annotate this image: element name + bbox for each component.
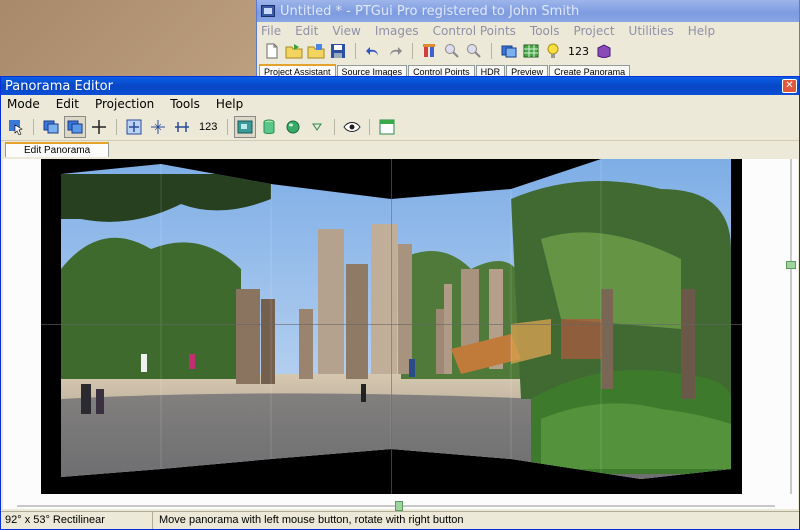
redo-icon[interactable] — [386, 42, 404, 60]
toolbar-separator — [355, 43, 356, 59]
center-point-icon[interactable] — [147, 116, 169, 138]
editor-menu-help[interactable]: Help — [216, 97, 243, 111]
close-button[interactable]: ✕ — [782, 79, 797, 93]
main-menu-control-points[interactable]: Control Points — [433, 24, 516, 38]
help-book-icon[interactable] — [595, 42, 613, 60]
optimize-tool-icon[interactable] — [421, 42, 439, 60]
main-menu-file[interactable]: File — [261, 24, 281, 38]
close-icon: ✕ — [785, 80, 794, 91]
hint-status: Move panorama with left mouse button, ro… — [159, 514, 464, 526]
status-bar: 92° x 53° Rectilinear Move panorama with… — [1, 511, 799, 529]
fov-status: 92° x 53° Rectilinear — [1, 512, 153, 529]
editor-title: Panorama Editor — [5, 78, 113, 94]
toolbar-separator — [116, 118, 117, 135]
toolbar-separator — [334, 118, 336, 135]
horizontal-fov-slider[interactable] — [17, 501, 775, 511]
editor-tab-strip: Edit Panorama — [1, 141, 799, 157]
toolbar-separator — [491, 43, 492, 59]
editor-menu-mode[interactable]: Mode — [7, 97, 40, 111]
new-file-icon[interactable] — [263, 42, 281, 60]
main-menu-help[interactable]: Help — [688, 24, 715, 38]
main-window: Untitled * - PTGui Pro registered to Joh… — [256, 0, 800, 80]
panorama-canvas-area — [3, 159, 798, 511]
open-folder-icon[interactable] — [285, 42, 303, 60]
main-menu-project[interactable]: Project — [573, 24, 614, 38]
horizontal-slider-thumb[interactable] — [395, 501, 403, 511]
main-menu-view[interactable]: View — [332, 24, 360, 38]
image-stack-active-icon[interactable] — [64, 115, 86, 138]
number-display-icon[interactable]: 123 — [566, 42, 591, 60]
editor-menu-projection[interactable]: Projection — [95, 97, 154, 111]
main-menu-images[interactable]: Images — [375, 24, 419, 38]
spherical-projection-icon[interactable] — [282, 116, 304, 138]
table-icon[interactable] — [522, 42, 540, 60]
save-icon[interactable] — [329, 42, 347, 60]
center-guide-line — [391, 159, 392, 494]
main-titlebar[interactable]: Untitled * - PTGui Pro registered to Joh… — [257, 0, 799, 22]
editor-menubar: Mode Edit Projection Tools Help — [1, 95, 799, 113]
tab-edit-panorama[interactable]: Edit Panorama — [5, 142, 110, 157]
zoom-out-icon[interactable] — [465, 42, 483, 60]
fit-panorama-icon[interactable] — [123, 116, 145, 138]
open-recent-icon[interactable] — [307, 42, 325, 60]
toolbar-separator — [369, 118, 371, 135]
main-menu-utilities[interactable]: Utilities — [629, 24, 674, 38]
projection-dropdown-icon[interactable] — [306, 116, 328, 138]
cylindrical-projection-icon[interactable] — [258, 116, 280, 138]
vertical-slider-thumb[interactable] — [786, 261, 796, 269]
panorama-editor-window: Panorama Editor ✕ Mode Edit Projection T… — [0, 76, 800, 530]
panorama-editor-icon[interactable] — [500, 42, 518, 60]
editor-toolbar: 123 — [1, 113, 799, 141]
vertical-slider-track — [790, 159, 792, 494]
vertical-fov-slider[interactable] — [786, 159, 796, 494]
crosshair-icon[interactable] — [88, 116, 110, 138]
toolbar-separator — [33, 118, 34, 135]
main-menu-tools[interactable]: Tools — [530, 24, 560, 38]
ptgui-app-icon — [261, 5, 275, 17]
editor-menu-edit[interactable]: Edit — [56, 97, 79, 111]
lightbulb-icon[interactable] — [544, 42, 562, 60]
editor-menu-tools[interactable]: Tools — [170, 97, 200, 111]
number-toggle-icon[interactable]: 123 — [195, 116, 221, 138]
level-straighten-icon[interactable] — [171, 116, 193, 138]
preview-eye-icon[interactable] — [341, 116, 363, 138]
editor-titlebar[interactable]: Panorama Editor ✕ — [1, 77, 799, 95]
select-arrow-icon[interactable] — [5, 116, 27, 138]
main-menu-edit[interactable]: Edit — [295, 24, 318, 38]
undo-icon[interactable] — [364, 42, 382, 60]
image-stack-icon[interactable] — [40, 116, 62, 138]
main-window-title: Untitled * - PTGui Pro registered to Joh… — [280, 3, 580, 19]
toolbar-separator — [227, 118, 229, 135]
panorama-view[interactable] — [41, 159, 742, 494]
main-menubar: File Edit View Images Control Points Too… — [257, 22, 799, 40]
toolbar-separator — [412, 43, 413, 59]
rectilinear-projection-icon[interactable] — [234, 115, 257, 138]
window-icon[interactable] — [376, 116, 398, 138]
zoom-in-icon[interactable] — [443, 42, 461, 60]
main-toolbar: 123 — [257, 40, 799, 62]
